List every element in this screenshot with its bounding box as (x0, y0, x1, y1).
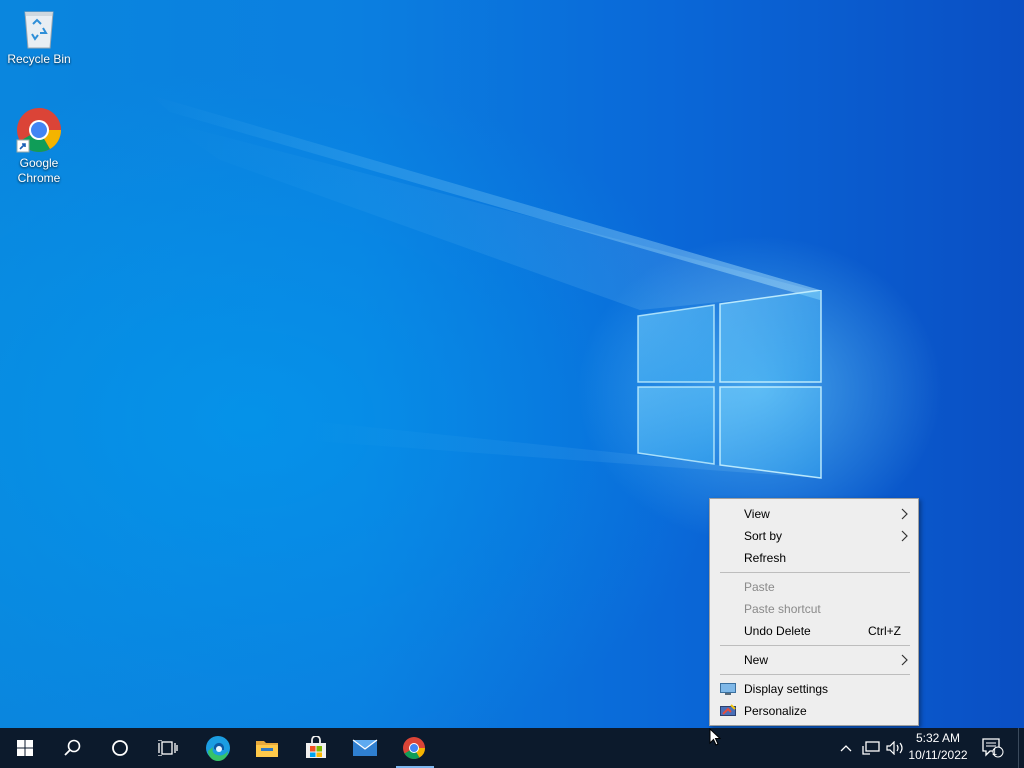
menu-item-label: Paste (744, 580, 775, 594)
network-button[interactable] (859, 728, 883, 768)
taskbar-chrome[interactable] (391, 728, 437, 768)
cortana-button[interactable] (97, 728, 143, 768)
network-icon (862, 741, 880, 755)
menu-item-label: Sort by (744, 529, 783, 543)
cortana-icon (112, 740, 128, 756)
menu-item-refresh[interactable]: Refresh (710, 547, 918, 569)
menu-item-label: Refresh (744, 551, 787, 565)
search-icon (64, 739, 81, 756)
menu-item-label: View (744, 507, 770, 521)
wallpaper-windows-logo (637, 290, 822, 479)
start-button[interactable] (2, 728, 48, 768)
store-icon (306, 736, 326, 758)
chevron-right-icon (901, 508, 908, 520)
taskbar-edge[interactable] (195, 728, 241, 768)
chrome-icon (403, 737, 425, 759)
desktop-icon-google-chrome[interactable]: Google Chrome (3, 106, 75, 186)
mail-icon (352, 739, 378, 756)
volume-icon (886, 741, 903, 755)
menu-item-label: Undo Delete (744, 624, 811, 638)
taskbar-store[interactable] (293, 728, 339, 768)
desktop-icon-recycle-bin[interactable]: Recycle Bin (3, 6, 75, 67)
start-icon (17, 740, 33, 756)
menu-item-label: New (744, 653, 769, 667)
chrome-icon (16, 108, 61, 153)
taskbar-file-explorer[interactable] (244, 728, 290, 768)
menu-item-paste: Paste (710, 576, 918, 598)
menu-item-view[interactable]: View (710, 503, 918, 525)
menu-item-label: Paste shortcut (744, 602, 821, 616)
menu-item-paste-shortcut: Paste shortcut (710, 598, 918, 620)
chevron-right-icon (901, 654, 908, 666)
show-desktop-button[interactable] (1018, 728, 1019, 768)
taskbar-clock[interactable]: 5:32 AM 10/11/2022 (906, 731, 970, 762)
menu-separator (720, 645, 910, 646)
edge-icon (206, 736, 230, 761)
personalize-icon (720, 704, 736, 716)
menu-item-display-settings[interactable]: Display settings (710, 678, 918, 700)
menu-item-undo-delete[interactable]: Undo Delete Ctrl+Z (710, 620, 918, 642)
menu-item-personalize[interactable]: Personalize (710, 700, 918, 722)
clock-time: 5:32 AM (915, 731, 961, 745)
action-center-button[interactable]: 1 (978, 728, 1008, 768)
menu-item-new[interactable]: New (710, 649, 918, 671)
menu-item-label: Personalize (744, 704, 807, 718)
notification-count: 1 (992, 747, 998, 757)
file-explorer-icon (256, 741, 278, 757)
task-view-button[interactable] (145, 728, 191, 768)
desktop-icon-label: Recycle Bin (7, 52, 71, 66)
menu-item-shortcut: Ctrl+Z (868, 624, 901, 638)
taskbar: 5:32 AM 10/11/2022 1 (0, 728, 1024, 768)
menu-separator (720, 674, 910, 675)
desktop-context-menu: View Sort by Refresh Paste Paste shortcu… (709, 498, 919, 726)
show-hidden-icons-button[interactable] (835, 728, 857, 768)
chevron-up-icon (840, 745, 852, 752)
desktop[interactable]: Recycle Bin Google Chrome View Sort by R… (0, 0, 1024, 728)
search-button[interactable] (49, 728, 95, 768)
desktop-icon-label-line1: Google (19, 156, 59, 170)
menu-item-label: Display settings (744, 682, 829, 696)
clock-date: 10/11/2022 (908, 748, 968, 762)
mouse-cursor-icon (709, 728, 721, 746)
chevron-right-icon (901, 530, 908, 542)
menu-separator (720, 572, 910, 573)
display-icon (720, 683, 736, 695)
taskbar-mail[interactable] (342, 728, 388, 768)
desktop-icon-label-line2: Chrome (17, 171, 61, 185)
volume-button[interactable] (883, 728, 907, 768)
task-view-icon (158, 740, 178, 756)
recycle-bin-icon (24, 11, 54, 49)
menu-item-sort-by[interactable]: Sort by (710, 525, 918, 547)
